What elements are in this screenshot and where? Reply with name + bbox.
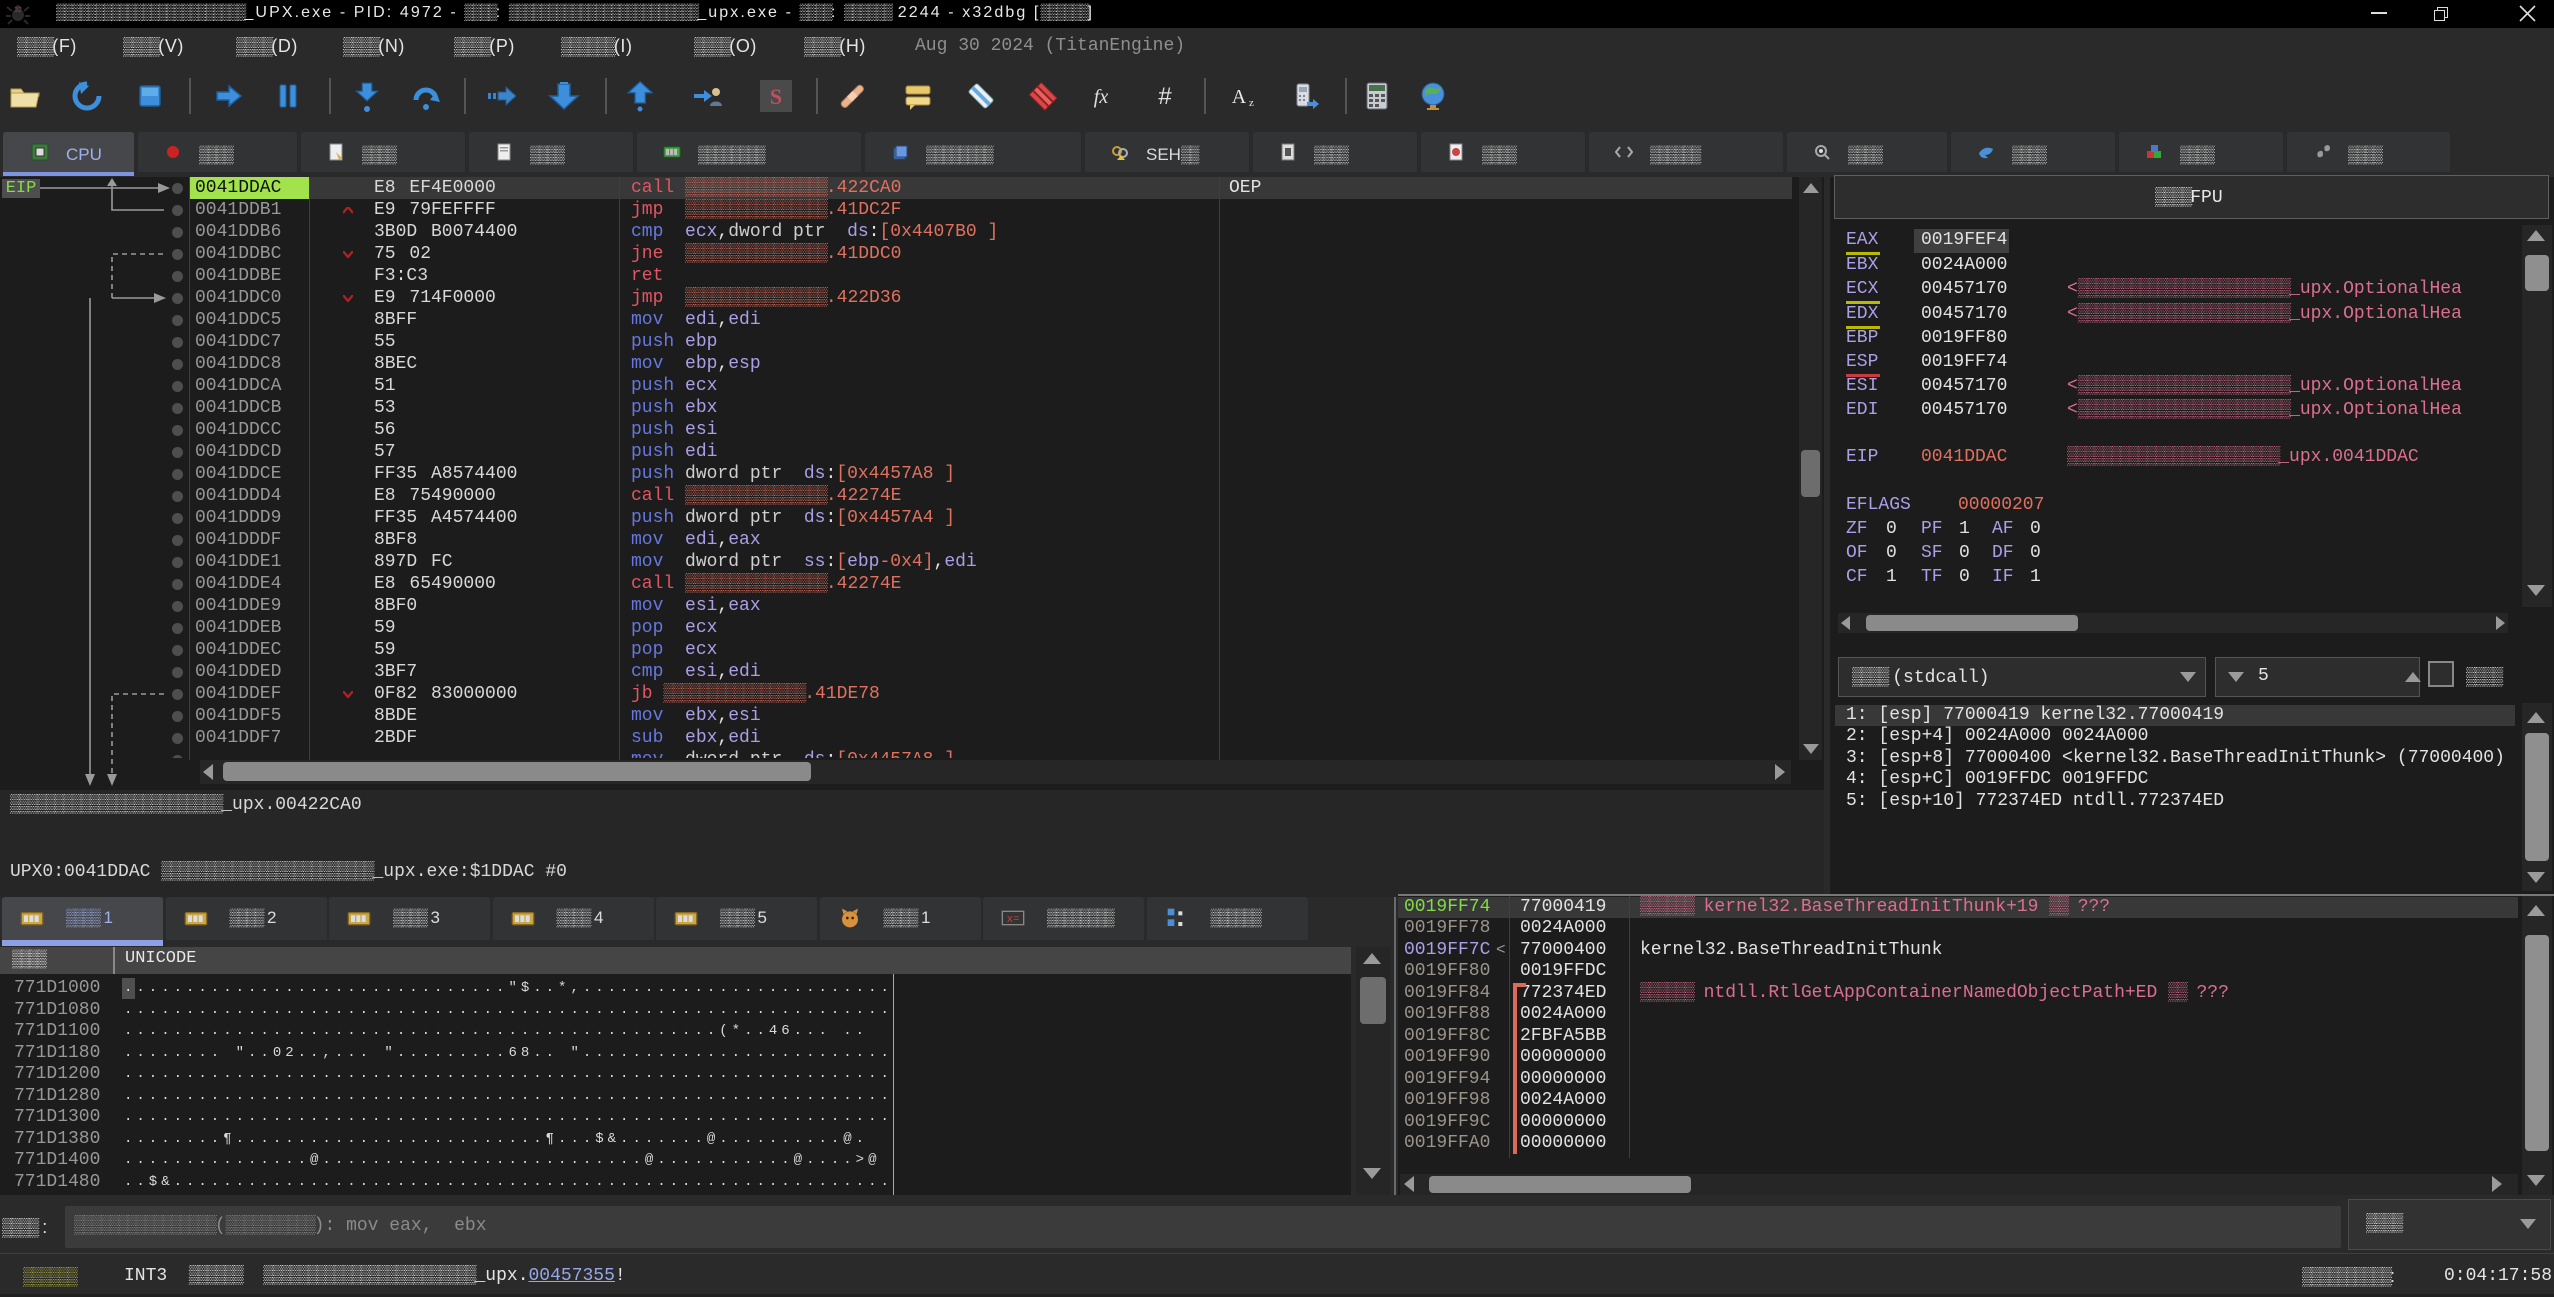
svg-text:fx: fx: [1094, 86, 1109, 108]
svg-text:A: A: [1232, 86, 1247, 108]
svg-text:32: 32: [14, 7, 22, 14]
svg-text:z: z: [1249, 97, 1254, 109]
svg-text:x=: x=: [1007, 914, 1020, 926]
svg-text:S: S: [770, 84, 782, 109]
svg-text:#: #: [1158, 83, 1172, 110]
